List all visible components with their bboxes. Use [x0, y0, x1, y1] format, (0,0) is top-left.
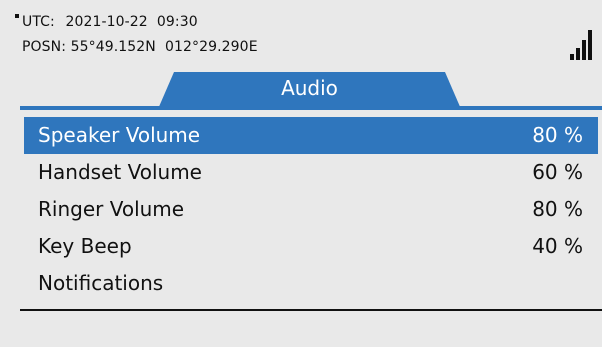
menu-item-label: Speaker Volume	[38, 123, 201, 147]
signal-bar-2	[576, 48, 580, 60]
menu-item-value: 40 %	[532, 234, 583, 258]
tab-audio-label: Audio	[281, 76, 338, 100]
tab-audio[interactable]: Audio	[158, 72, 461, 109]
utc-time-readout: UTC: 2021-10-22 09:30	[22, 14, 198, 30]
menu-item-value: 80 %	[532, 123, 583, 147]
posn-label: POSN:	[22, 39, 67, 55]
menu-item-label: Notifications	[38, 271, 164, 295]
tab-underline	[20, 106, 602, 110]
utc-value: 2021-10-22 09:30	[65, 14, 198, 30]
menu-item-handset-volume[interactable]: Handset Volume 60 %	[24, 154, 598, 191]
signal-bar-3	[582, 40, 586, 60]
menu-item-label: Key Beep	[38, 234, 132, 258]
signal-bar-1	[570, 54, 574, 60]
menu-item-ringer-volume[interactable]: Ringer Volume 80 %	[24, 191, 598, 228]
posn-value: 55°49.152N 012°29.290E	[70, 39, 258, 55]
bottom-divider	[20, 309, 602, 311]
menu-item-notifications[interactable]: Notifications	[24, 265, 598, 302]
menu-item-label: Ringer Volume	[38, 197, 185, 221]
menu-item-value: 80 %	[532, 197, 583, 221]
menu-item-label: Handset Volume	[38, 160, 202, 184]
utc-label: UTC:	[22, 14, 55, 30]
signal-strength-icon	[570, 26, 600, 60]
audio-settings-menu: Speaker Volume 80 % Handset Volume 60 % …	[24, 117, 598, 302]
menu-item-speaker-volume[interactable]: Speaker Volume 80 %	[24, 117, 598, 154]
menu-item-value: 60 %	[532, 160, 583, 184]
menu-item-key-beep[interactable]: Key Beep 40 %	[24, 228, 598, 265]
position-readout: POSN: 55°49.152N 012°29.290E	[22, 39, 258, 55]
status-indicator-dot	[15, 14, 19, 18]
signal-bar-4	[588, 30, 592, 60]
